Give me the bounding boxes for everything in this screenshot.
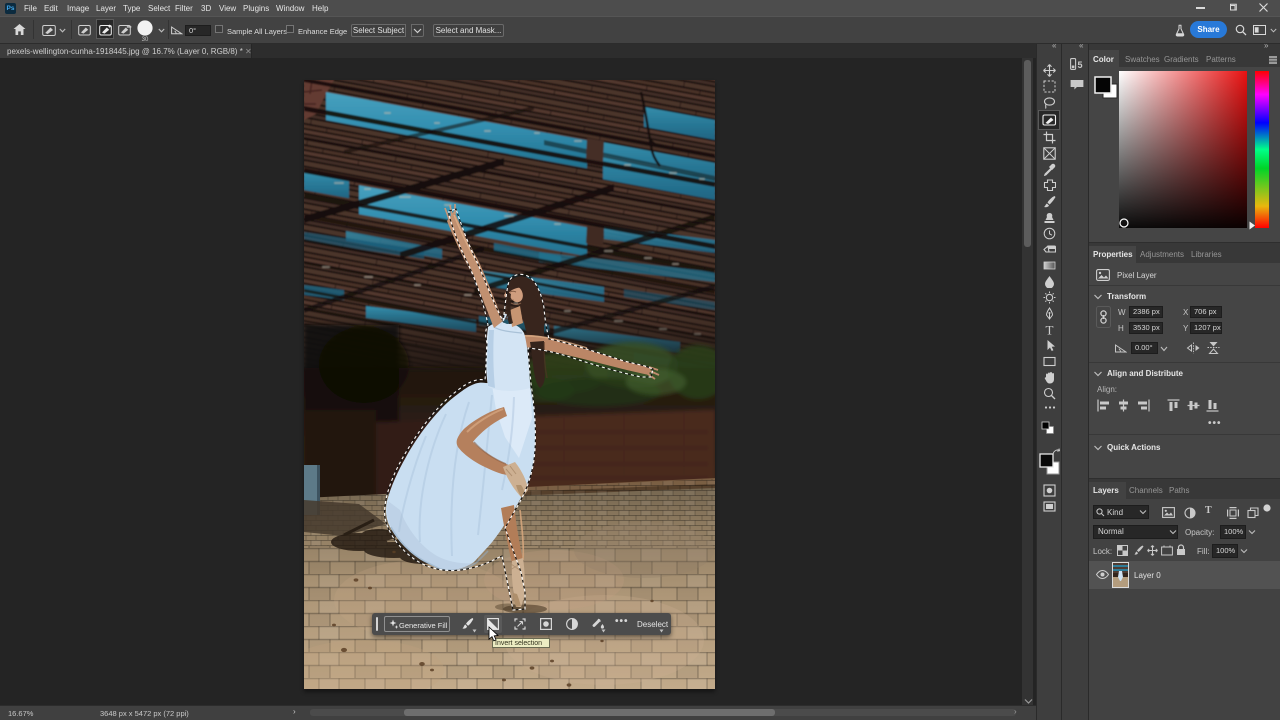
svg-text:5: 5 (1078, 60, 1083, 70)
svg-text:T: T (1046, 323, 1054, 336)
svg-text:30: 30 (142, 37, 149, 42)
